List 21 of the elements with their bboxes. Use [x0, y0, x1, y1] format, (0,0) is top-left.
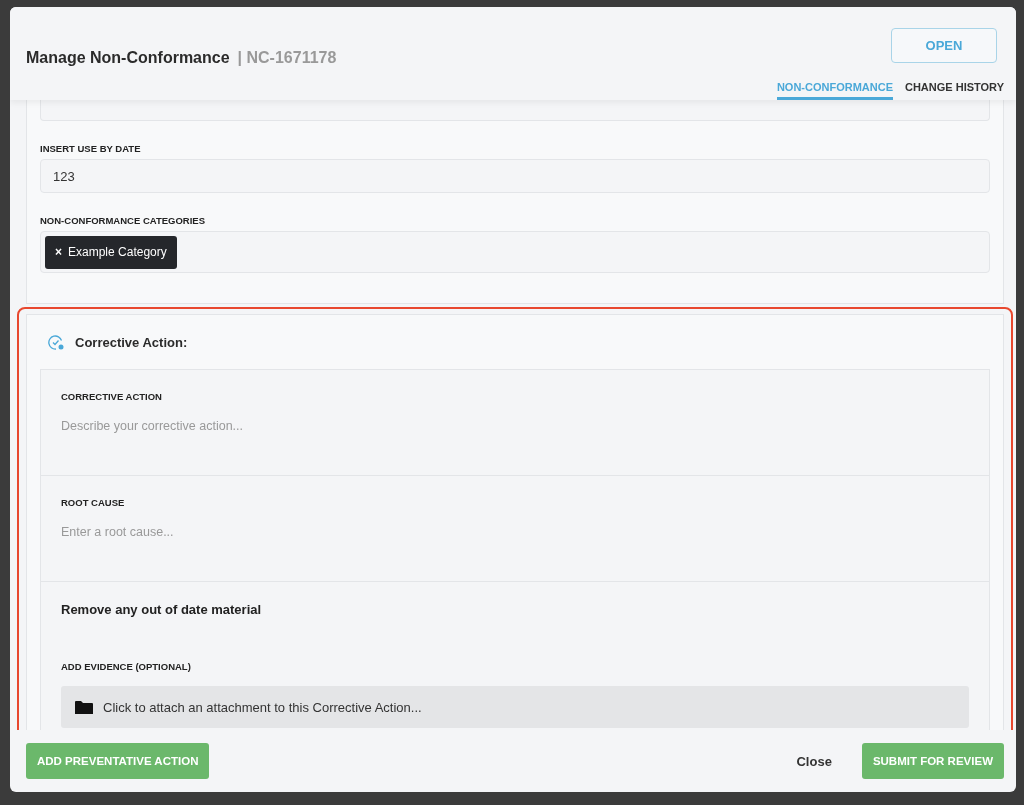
input-field[interactable]: 123 [40, 159, 990, 193]
dialog-title: Manage Non-Conformance [26, 48, 230, 67]
check-clock-icon [48, 333, 65, 351]
field-label: NON-CONFORMANCE CATEGORIES [40, 215, 207, 226]
action-text: Remove any out of date material [61, 602, 263, 617]
folder-icon [75, 699, 93, 715]
field-label: ADD EVIDENCE (OPTIONAL) [61, 661, 192, 672]
text-field[interactable]: Enter a root cause... [61, 525, 969, 539]
tab[interactable]: CHANGE HISTORY [905, 81, 1004, 100]
remove-glyph[interactable]: × [55, 245, 62, 259]
field-label: ROOT CAUSE [61, 497, 126, 508]
attachment-button[interactable]: Click to attach an attachment to this Corrective Action... [61, 686, 969, 728]
field-label: CORRECTIVE ACTION [61, 391, 163, 402]
text-field[interactable]: Describe your corrective action... [61, 419, 969, 433]
reference-number: | NC-1671178 [237, 48, 337, 67]
close-button[interactable]: Close [790, 752, 838, 770]
field-label: INSERT USE BY DATE [40, 143, 142, 154]
category-tag[interactable]: × Example Category [45, 235, 177, 269]
tag-input-field[interactable]: × Example Category [40, 231, 990, 273]
section-title: Corrective Action: [75, 334, 188, 350]
tag-label: Example Category [68, 245, 167, 259]
